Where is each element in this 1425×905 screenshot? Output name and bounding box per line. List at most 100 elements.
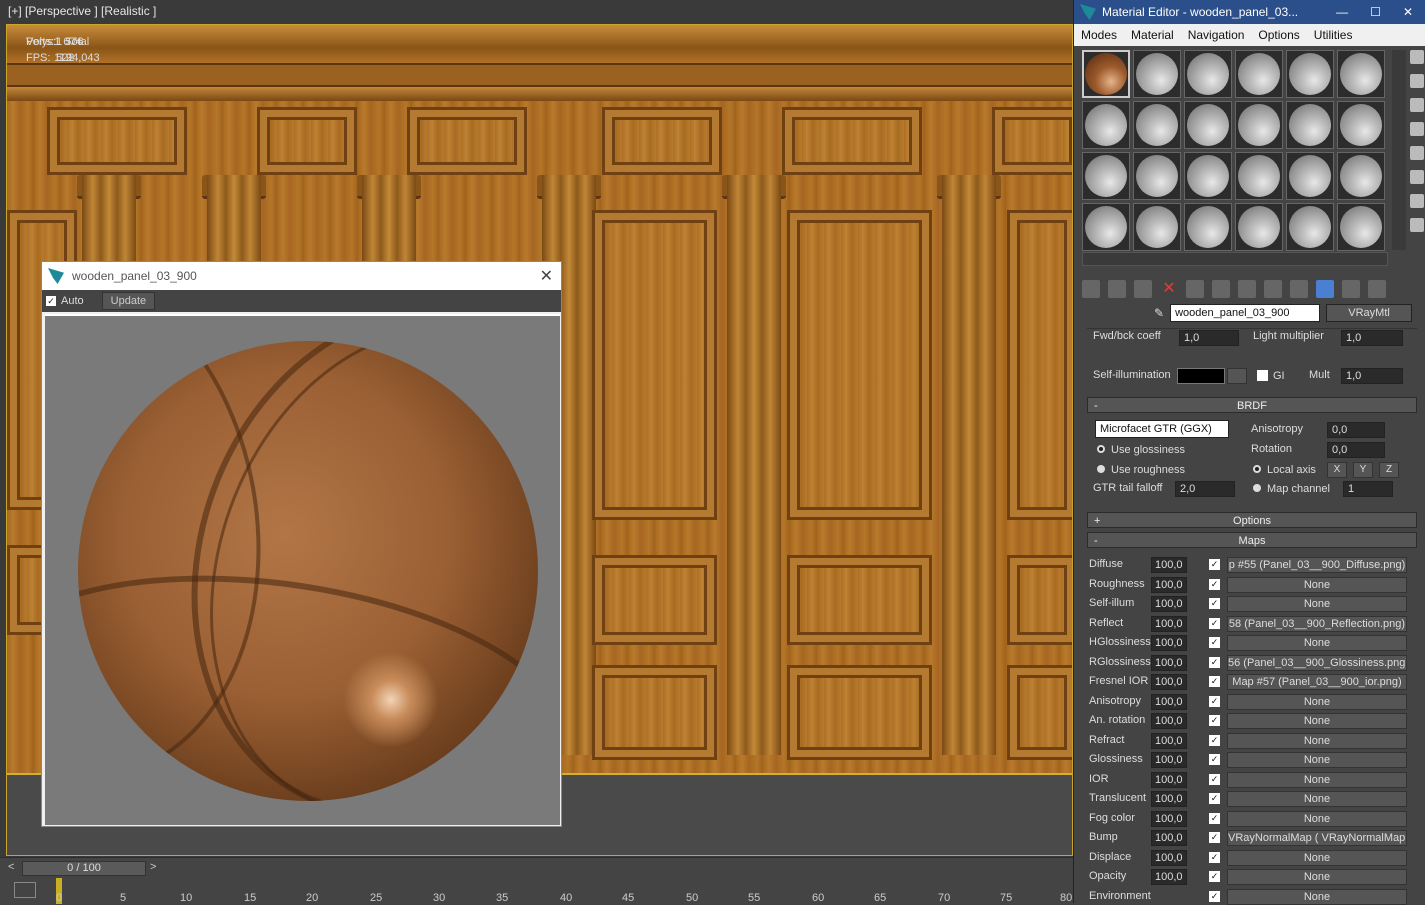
map-amount-spinner[interactable]: 100,0: [1151, 791, 1187, 807]
map-amount-spinner[interactable]: 100,0: [1151, 771, 1187, 788]
map-channel-radio[interactable]: Map channel: [1253, 483, 1330, 495]
map-amount-spinner[interactable]: 100,0: [1151, 849, 1187, 866]
material-slot[interactable]: [1133, 50, 1181, 98]
map-enable-checkbox[interactable]: ✓: [1209, 734, 1220, 746]
slots-horizontal-scrollbar[interactable]: [1082, 252, 1388, 266]
map-slot-button[interactable]: None: [1227, 849, 1407, 866]
map-amount-spinner[interactable]: 100,0: [1151, 635, 1187, 651]
material-slot[interactable]: [1082, 101, 1130, 149]
material-editor-titlebar[interactable]: Material Editor - wooden_panel_03... — ☐…: [1074, 0, 1425, 24]
map-amount-spinner[interactable]: 100,0: [1151, 732, 1187, 749]
maps-rollout-header[interactable]: - Maps: [1087, 532, 1417, 548]
make-unique-icon[interactable]: [1212, 280, 1230, 298]
material-slot[interactable]: [1184, 101, 1232, 149]
mult-spinner[interactable]: 1,0: [1341, 368, 1403, 384]
map-enable-checkbox[interactable]: ✓: [1209, 793, 1220, 804]
material-slot[interactable]: [1235, 50, 1283, 98]
map-enable-checkbox[interactable]: ✓: [1209, 871, 1220, 882]
map-amount-spinner[interactable]: 100,0: [1151, 576, 1187, 593]
timeline-prev-button[interactable]: <: [8, 861, 14, 873]
copy-material-icon[interactable]: [1186, 280, 1204, 298]
material-preview-window[interactable]: wooden_panel_03_900 ✕ ✓ Auto Update: [41, 261, 562, 827]
material-slot[interactable]: [1184, 50, 1232, 98]
map-amount-spinner[interactable]: 100,0: [1151, 693, 1187, 710]
assign-to-selection-icon[interactable]: [1134, 280, 1152, 298]
material-slot[interactable]: [1184, 152, 1232, 200]
map-slot-button[interactable]: p #55 (Panel_03__900_Diffuse.png): [1227, 557, 1407, 573]
viewport-label[interactable]: [+] [Perspective ] [Realistic ]: [8, 4, 156, 18]
key-mode-icon[interactable]: [14, 882, 36, 898]
axis-y-button[interactable]: Y: [1353, 462, 1373, 478]
use-glossiness-radio[interactable]: Use glossiness: [1097, 444, 1185, 456]
background-icon[interactable]: [1410, 98, 1424, 112]
minimize-icon[interactable]: —: [1336, 5, 1348, 19]
map-enable-checkbox[interactable]: ✓: [1209, 890, 1220, 902]
material-slot[interactable]: [1235, 101, 1283, 149]
material-editor-window[interactable]: Material Editor - wooden_panel_03... — ☐…: [1073, 0, 1425, 905]
material-slot[interactable]: [1184, 203, 1232, 251]
rotation-spinner[interactable]: 0,0: [1327, 442, 1385, 458]
close-icon[interactable]: ✕: [1403, 5, 1413, 19]
preview-titlebar[interactable]: wooden_panel_03_900 ✕: [42, 262, 561, 290]
map-enable-checkbox[interactable]: ✓: [1209, 617, 1220, 629]
material-slot[interactable]: [1235, 203, 1283, 251]
map-enable-checkbox[interactable]: ✓: [1209, 559, 1220, 570]
timeline-next-button[interactable]: >: [150, 861, 156, 873]
map-amount-spinner[interactable]: 100,0: [1151, 674, 1187, 690]
map-enable-checkbox[interactable]: ✓: [1209, 578, 1220, 590]
axis-x-button[interactable]: X: [1327, 462, 1347, 478]
timeline-ruler[interactable]: 0 5 10 15 20 25 30 35 40 45 50 55 60 65 …: [56, 878, 1073, 904]
options-rollout-header[interactable]: + Options: [1087, 512, 1417, 528]
time-slider[interactable]: 0 / 100: [22, 861, 146, 876]
map-amount-spinner[interactable]: 100,0: [1151, 713, 1187, 729]
map-slot-button[interactable]: None: [1227, 635, 1407, 651]
map-enable-checkbox[interactable]: ✓: [1209, 812, 1220, 824]
uv-tiling-icon[interactable]: [1410, 122, 1424, 136]
maximize-icon[interactable]: ☐: [1370, 5, 1381, 19]
map-slot-button[interactable]: VRayNormalMap ( VRayNormalMap ): [1227, 830, 1407, 846]
map-slot-button[interactable]: None: [1227, 713, 1407, 729]
go-to-parent-icon[interactable]: [1342, 280, 1360, 298]
material-slot[interactable]: [1286, 50, 1334, 98]
map-slot-button[interactable]: None: [1227, 732, 1407, 749]
map-channel-spinner[interactable]: 1: [1343, 481, 1393, 497]
map-enable-checkbox[interactable]: ✓: [1209, 676, 1220, 687]
reset-map-icon[interactable]: ✕: [1160, 280, 1178, 298]
map-slot-button[interactable]: None: [1227, 810, 1407, 827]
material-name-field[interactable]: wooden_panel_03_900: [1170, 304, 1321, 322]
map-enable-checkbox[interactable]: ✓: [1209, 695, 1220, 707]
map-amount-spinner[interactable]: 100,0: [1151, 752, 1187, 768]
map-enable-checkbox[interactable]: ✓: [1209, 832, 1220, 843]
menu-options[interactable]: Options: [1251, 28, 1306, 42]
gtr-tail-falloff-spinner[interactable]: 2,0: [1175, 481, 1235, 497]
map-enable-checkbox[interactable]: ✓: [1209, 851, 1220, 863]
update-button[interactable]: Update: [101, 292, 156, 310]
sample-type-icon[interactable]: [1410, 50, 1424, 64]
get-material-icon[interactable]: [1082, 280, 1100, 298]
video-color-check-icon[interactable]: [1410, 146, 1424, 160]
material-slot[interactable]: [1337, 50, 1385, 98]
gi-checkbox[interactable]: [1257, 370, 1268, 381]
menu-modes[interactable]: Modes: [1074, 28, 1124, 42]
material-slot[interactable]: [1082, 152, 1130, 200]
material-slot[interactable]: [1337, 101, 1385, 149]
map-slot-button[interactable]: None: [1227, 693, 1407, 710]
map-slot-button[interactable]: None: [1227, 596, 1407, 612]
material-type-button[interactable]: VRayMtl: [1326, 304, 1413, 322]
brdf-rollout-header[interactable]: - BRDF: [1087, 397, 1417, 413]
local-axis-radio[interactable]: Local axis: [1253, 464, 1316, 476]
select-by-material-icon[interactable]: [1410, 218, 1424, 232]
show-end-result-icon[interactable]: [1316, 280, 1334, 298]
slots-vertical-scrollbar[interactable]: [1392, 50, 1406, 250]
show-shaded-material-icon[interactable]: [1290, 280, 1308, 298]
map-enable-checkbox[interactable]: ✓: [1209, 715, 1220, 726]
material-slot[interactable]: [1235, 152, 1283, 200]
use-roughness-radio[interactable]: Use roughness: [1097, 464, 1185, 476]
material-slot[interactable]: [1133, 203, 1181, 251]
light-multiplier-spinner[interactable]: 1,0: [1341, 330, 1403, 346]
close-icon[interactable]: ✕: [540, 266, 553, 286]
material-slot[interactable]: [1286, 203, 1334, 251]
material-slot[interactable]: [1082, 203, 1130, 251]
auto-checkbox[interactable]: ✓: [46, 296, 56, 306]
pick-material-eyedropper-icon[interactable]: ✎: [1154, 306, 1164, 320]
